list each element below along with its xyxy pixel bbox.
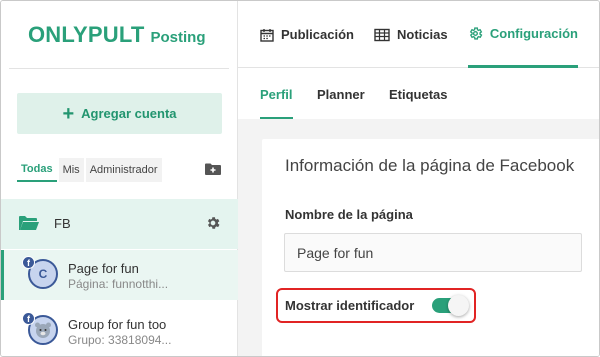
facebook-icon: f (22, 256, 35, 269)
gear-icon (469, 26, 483, 40)
settings-subtabs: Perfil Planner Etiquetas (238, 69, 599, 119)
sidebar-divider (9, 68, 229, 69)
open-folder-icon (19, 216, 39, 230)
bear-avatar-icon (35, 322, 51, 338)
logo-name: ONLYPULT (28, 22, 145, 47)
account-name: Group for fun too (68, 317, 167, 332)
add-folder-icon[interactable] (205, 163, 221, 175)
account-item[interactable]: f Group for fun too Grupo: 33818094... (1, 306, 238, 356)
card-title: Información de la página de Facebook (285, 156, 575, 175)
plus-icon: + (62, 102, 75, 125)
subtab-planner[interactable]: Planner (317, 69, 365, 119)
filter-admin[interactable]: Administrador (85, 158, 162, 182)
tab-publicacion[interactable]: Publicación (260, 1, 354, 68)
add-account-button[interactable]: + Agregar cuenta (17, 93, 222, 134)
tab-configuracion[interactable]: Configuración (468, 1, 578, 68)
logo: ONLYPULT Posting (28, 22, 206, 48)
group-name: FB (54, 216, 71, 231)
tab-label: Noticias (397, 27, 448, 42)
top-navigation: Publicación Noticias Configuración (238, 1, 599, 68)
gear-icon[interactable] (205, 215, 221, 231)
show-identifier-label: Mostrar identificador (285, 298, 415, 313)
avatar-letter: C (38, 267, 48, 281)
show-identifier-toggle[interactable] (432, 295, 469, 316)
app-window: ONLYPULT Posting + Agregar cuenta Todas … (0, 0, 600, 357)
logo-subtitle: Posting (150, 29, 206, 46)
page-name-label: Nombre de la página (285, 207, 413, 222)
filter-all[interactable]: Todas (17, 158, 57, 182)
tab-label: Configuración (489, 25, 578, 41)
add-account-label: Agregar cuenta (81, 106, 177, 121)
subtab-perfil[interactable]: Perfil (260, 69, 293, 119)
group-row[interactable]: FB (1, 199, 238, 249)
sidebar: ONLYPULT Posting + Agregar cuenta Todas … (1, 1, 238, 356)
account-subtitle: Página: funnotthi... (68, 277, 169, 291)
account-filter: Todas Mis Administrador (17, 158, 164, 182)
table-icon (374, 28, 390, 41)
account-item[interactable]: C f Page for fun Página: funnotthi... (1, 250, 238, 300)
tab-label: Publicación (281, 27, 354, 42)
subtab-etiquetas[interactable]: Etiquetas (389, 69, 448, 119)
filter-mine[interactable]: Mis (58, 158, 84, 182)
calendar-icon (260, 28, 274, 42)
page-name-input[interactable]: Page for fun (284, 233, 582, 272)
toggle-knob (448, 295, 469, 316)
account-name: Page for fun (68, 261, 139, 276)
account-subtitle: Grupo: 33818094... (68, 333, 172, 347)
tab-noticias[interactable]: Noticias (374, 1, 448, 68)
facebook-icon: f (22, 312, 35, 325)
